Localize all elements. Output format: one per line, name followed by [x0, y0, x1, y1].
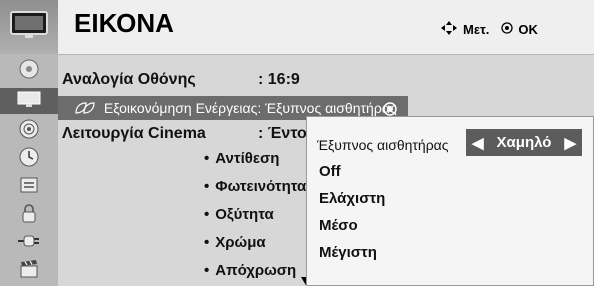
intelligent-sensor-popup: Έξυπνος αισθητήρας ◀ Χαμηλό ▶ Off Ελάχισ…: [306, 116, 594, 286]
sidebar-item-tv[interactable]: [0, 0, 58, 54]
popup-option-medium[interactable]: Μέσο: [319, 217, 358, 234]
menu-item-aspect-ratio[interactable]: Αναλογία Οθόνης : 16:9: [62, 68, 300, 92]
lock-icon: [18, 202, 40, 229]
satellite-dish-icon: [18, 58, 40, 85]
hint-move-label: Μετ.: [463, 22, 490, 37]
submenu-item-label: Χρώμα: [215, 234, 266, 251]
sidebar: [0, 0, 58, 286]
sidebar-item-time[interactable]: [0, 146, 58, 172]
menu-header: ΕΙΚΟΝΑ Μετ. OK: [58, 0, 594, 55]
menu-item-label: Αναλογία Οθόνης: [62, 71, 196, 88]
bullet-icon: •: [204, 206, 210, 223]
popup-option-off[interactable]: Off: [319, 163, 341, 180]
page-title: ΕΙΚΟΝΑ: [74, 8, 174, 38]
hint-ok-label: OK: [518, 22, 538, 37]
menu-item-value: : 16:9: [258, 71, 300, 88]
nav-hint: Μετ. OK: [440, 20, 538, 39]
menu-item-label: Εξοικονόμηση Ενέργειας: Έξυπνος αισθητήρ…: [103, 100, 397, 116]
picture-monitor-icon: [17, 90, 41, 113]
popup-option-maximum[interactable]: Μέγιστη: [319, 244, 377, 261]
right-arrow-icon[interactable]: ▶: [564, 134, 576, 152]
sidebar-item-option[interactable]: [0, 174, 58, 200]
submenu-item-label: Απόχρωση: [215, 262, 297, 279]
popup-label: Έξυπνος αισθητήρας: [317, 137, 449, 153]
movie-clapper-icon: [18, 258, 40, 285]
ok-button-icon: [501, 22, 514, 37]
input-plug-icon: [17, 231, 41, 256]
submenu-item-brightness[interactable]: • Φωτεινότητα: [204, 176, 306, 198]
menu-item-label: Λειτουργία Cinema: [62, 125, 206, 142]
bullet-icon: •: [204, 178, 210, 195]
sidebar-item-input[interactable]: [0, 230, 58, 256]
speaker-icon: [18, 118, 40, 145]
bullet-icon: •: [204, 150, 210, 167]
tv-icon: [9, 10, 49, 45]
energy-leaf-icon: [74, 100, 104, 116]
bullet-icon: •: [204, 262, 210, 279]
submenu-item-label: Φωτεινότητα: [215, 178, 307, 195]
level-selector[interactable]: ◀ Χαμηλό ▶: [466, 129, 582, 156]
popup-option-minimum[interactable]: Ελάχιστη: [319, 190, 385, 207]
submenu-item-sharpness[interactable]: • Οξύτητα: [204, 204, 274, 226]
submenu-item-contrast[interactable]: • Αντίθεση: [204, 148, 279, 170]
sidebar-item-usb[interactable]: [0, 258, 58, 284]
submenu-item-label: Αντίθεση: [215, 150, 280, 167]
clock-icon: [18, 146, 40, 173]
sidebar-item-lock[interactable]: [0, 202, 58, 228]
left-arrow-icon[interactable]: ◀: [472, 134, 484, 152]
options-icon: [18, 174, 40, 201]
dpad-icon: [440, 20, 458, 39]
bullet-icon: •: [204, 234, 210, 251]
menu-item-cinema-mode[interactable]: Λειτουργία Cinema : Έντον: [62, 122, 316, 146]
submenu-item-tint[interactable]: • Απόχρωση: [204, 260, 296, 282]
sidebar-item-audio[interactable]: [0, 118, 58, 144]
sidebar-item-setup[interactable]: [0, 58, 58, 84]
selector-value: Χαμηλό: [496, 134, 552, 151]
submenu-item-label: Οξύτητα: [215, 206, 274, 223]
osd-screen: ΕΙΚΟΝΑ Μετ. OK Αναλογία Οθόνης: 16:9 Εξ…: [0, 0, 594, 286]
submenu-item-color[interactable]: • Χρώμα: [204, 232, 266, 254]
sidebar-item-picture[interactable]: [0, 88, 58, 114]
